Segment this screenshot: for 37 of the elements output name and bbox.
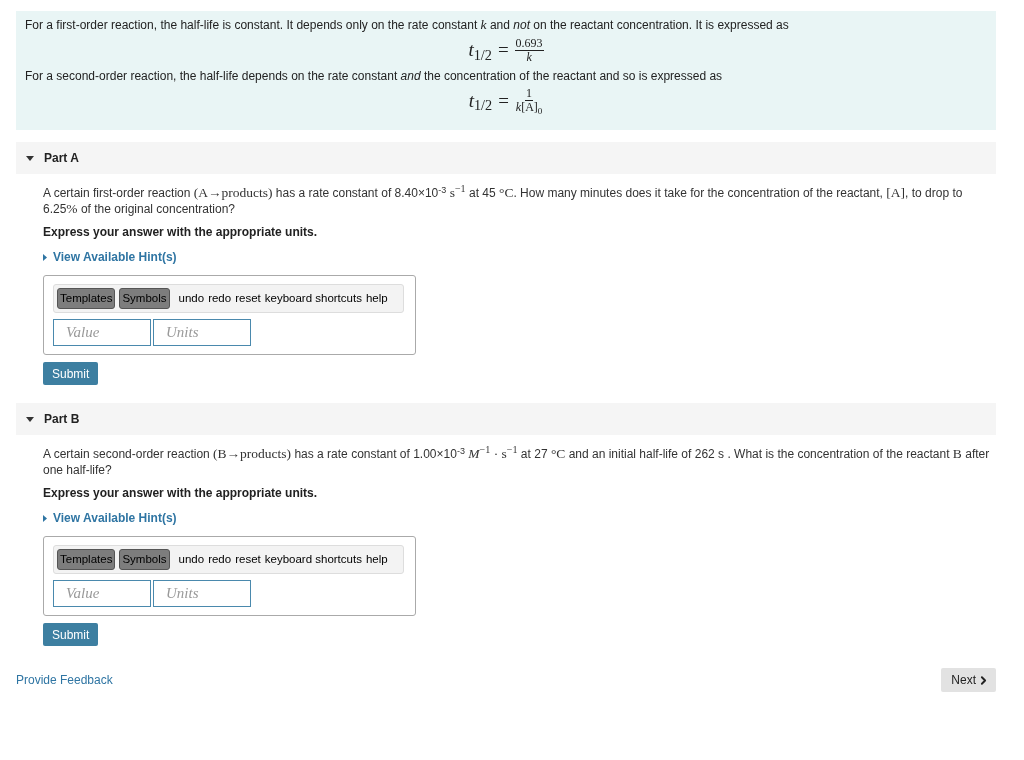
- intro-text: For a first-order reaction, the half-life is constant. It depends only on the rate constant k and not on the reactant concentration. It is expressed as: [25, 17, 790, 33]
- feedback-link[interactable]: Provide Feedback: [16, 671, 113, 689]
- toolbar-button[interactable]: Symbols: [119, 549, 170, 570]
- toolbar-button[interactable]: Symbols: [119, 288, 170, 309]
- question-text: A certain second-order reaction (B→products) has a rate constant of 1.00×10$^{-3}$ M$^{−1}$ · s$^{−1}$ at 27 °C and an initial half-life of 262 s . What is the concentration of the reactant B after one half-life?: [43, 446, 991, 478]
- toolbar-link[interactable]: help: [365, 550, 388, 569]
- part-title: Part A: [44, 150, 79, 167]
- answer-field[interactable]: Units: [153, 319, 251, 346]
- toolbar-button[interactable]: Templates: [57, 549, 116, 570]
- toolbar-link[interactable]: keyboard shortcuts: [264, 550, 362, 569]
- part-header[interactable]: Part A: [16, 142, 996, 174]
- instruction-text: Express your answer with the appropriate units.: [43, 224, 319, 241]
- toolbar-link[interactable]: reset: [235, 550, 261, 569]
- math-formula: t$_{1/2}$ = 1 k[A]$_{0}$: [468, 86, 544, 115]
- hint-link[interactable]: View Available Hint(s): [43, 509, 177, 527]
- submit-button[interactable]: Submit: [43, 362, 99, 385]
- answer-field[interactable]: Value: [53, 580, 151, 607]
- toolbar-link[interactable]: undo: [178, 289, 205, 308]
- answer-field[interactable]: Units: [153, 580, 251, 607]
- caret-icon: [43, 514, 47, 522]
- toolbar-button[interactable]: Templates: [57, 288, 116, 309]
- caret-icon: [43, 253, 47, 261]
- toolbar-link[interactable]: keyboard shortcuts: [264, 289, 362, 308]
- part-title: Part B: [44, 411, 80, 428]
- toolbar-link[interactable]: redo: [208, 289, 232, 308]
- toolbar-link[interactable]: redo: [208, 550, 232, 569]
- intro-text: For a second-order reaction, the half-life depends on the rate constant and the concentration of the reactant and so is expressed as: [25, 67, 724, 84]
- next-button[interactable]: Next: [941, 668, 996, 692]
- instruction-text: Express your answer with the appropriate units.: [43, 485, 319, 502]
- submit-button[interactable]: Submit: [43, 623, 99, 646]
- hint-link[interactable]: View Available Hint(s): [43, 248, 177, 266]
- question-text: A certain first-order reaction (A→products) has a rate constant of 8.40×10$^{-3}$ s$^{−1}$ at 45 °C. How many minutes does it take for the concentration of the reactant, [A], to drop to 6.25% of the original concentration?: [43, 185, 964, 217]
- part-header[interactable]: Part B: [16, 403, 996, 435]
- toolbar-link[interactable]: help: [365, 289, 388, 308]
- toolbar-link[interactable]: reset: [235, 289, 261, 308]
- answer-field[interactable]: Value: [53, 319, 151, 346]
- toolbar-link[interactable]: undo: [178, 550, 205, 569]
